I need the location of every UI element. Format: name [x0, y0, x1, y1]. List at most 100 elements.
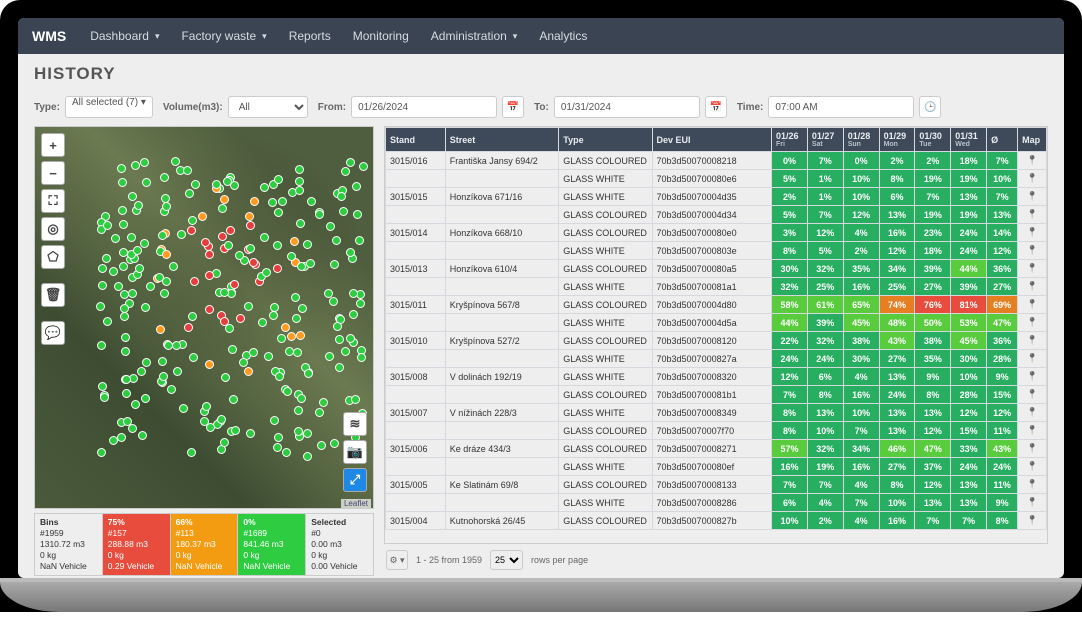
- map-marker[interactable]: [335, 363, 344, 372]
- col-day[interactable]: 01/31Wed: [951, 128, 987, 152]
- map-marker[interactable]: [273, 264, 282, 273]
- map-marker[interactable]: [359, 162, 368, 171]
- map-marker[interactable]: [333, 322, 342, 331]
- map-marker[interactable]: [160, 289, 169, 298]
- map-marker[interactable]: [294, 427, 303, 436]
- map-marker[interactable]: [119, 262, 128, 271]
- from-calendar-icon[interactable]: 📅: [502, 96, 524, 118]
- map-marker[interactable]: [339, 207, 348, 216]
- map-marker[interactable]: [295, 177, 304, 186]
- row-map-pin[interactable]: [1018, 278, 1047, 296]
- col-dev-eui[interactable]: Dev EUI: [652, 128, 772, 152]
- map-marker[interactable]: [236, 314, 245, 323]
- map-marker[interactable]: [283, 387, 292, 396]
- map-marker[interactable]: [356, 299, 365, 308]
- map-marker[interactable]: [205, 250, 214, 259]
- zoom-in-button[interactable]: +: [41, 133, 65, 157]
- map-marker[interactable]: [330, 260, 339, 269]
- map-marker[interactable]: [128, 424, 137, 433]
- nav-analytics[interactable]: Analytics: [531, 23, 595, 49]
- map-marker[interactable]: [281, 323, 290, 332]
- nav-monitoring[interactable]: Monitoring: [345, 23, 417, 49]
- map-marker[interactable]: [352, 182, 361, 191]
- map-marker[interactable]: [246, 429, 255, 438]
- map-marker[interactable]: [141, 394, 150, 403]
- map-marker[interactable]: [158, 231, 167, 240]
- table-row[interactable]: 3015/014Honzíkova 668/10GLASS COLOURED70…: [386, 224, 1047, 242]
- map-marker[interactable]: [294, 406, 303, 415]
- map-marker[interactable]: [179, 404, 188, 413]
- table-row[interactable]: 3015/008V dolinách 192/19GLASS WHITE70b3…: [386, 368, 1047, 386]
- map-marker[interactable]: [303, 429, 312, 438]
- map-marker[interactable]: [127, 233, 136, 242]
- map-marker[interactable]: [260, 183, 269, 192]
- nav-factory-waste[interactable]: Factory waste: [173, 23, 274, 49]
- row-map-pin[interactable]: [1018, 296, 1047, 314]
- map-marker[interactable]: [120, 290, 129, 299]
- map-marker[interactable]: [160, 173, 169, 182]
- map-marker[interactable]: [119, 220, 128, 229]
- map-marker[interactable]: [121, 333, 130, 342]
- map-marker[interactable]: [98, 281, 107, 290]
- map-marker[interactable]: [187, 226, 196, 235]
- map-marker[interactable]: [188, 312, 197, 321]
- map-marker[interactable]: [155, 273, 164, 282]
- map-marker[interactable]: [122, 375, 131, 384]
- table-row[interactable]: GLASS COLOURED70b3d500700081b17%8%16%24%…: [386, 386, 1047, 404]
- map-marker[interactable]: [202, 402, 211, 411]
- map-marker[interactable]: [171, 157, 180, 166]
- row-map-pin[interactable]: [1018, 386, 1047, 404]
- table-row[interactable]: GLASS WHITE70b3d500700080ef16%19%16%27%3…: [386, 458, 1047, 476]
- map-marker[interactable]: [249, 348, 258, 357]
- draw-polygon-button[interactable]: ⬠: [41, 245, 65, 269]
- map-marker[interactable]: [317, 441, 326, 450]
- map-marker[interactable]: [220, 288, 229, 297]
- map-marker[interactable]: [337, 192, 346, 201]
- map-marker[interactable]: [293, 348, 302, 357]
- map-marker[interactable]: [275, 372, 284, 381]
- col-day[interactable]: 01/27Sat: [807, 128, 843, 152]
- map-marker[interactable]: [159, 372, 168, 381]
- map-marker[interactable]: [146, 282, 155, 291]
- map-marker[interactable]: [246, 244, 255, 253]
- map-marker[interactable]: [131, 400, 140, 409]
- table-row[interactable]: 3015/006Ke dráze 434/3GLASS COLOURED70b3…: [386, 440, 1047, 458]
- to-date-input[interactable]: [554, 96, 700, 118]
- map-marker[interactable]: [220, 195, 229, 204]
- map-marker[interactable]: [292, 314, 301, 323]
- row-map-pin[interactable]: [1018, 152, 1047, 170]
- map-marker[interactable]: [201, 238, 210, 247]
- map-marker[interactable]: [167, 385, 176, 394]
- rows-per-page-select[interactable]: 25: [490, 550, 523, 570]
- map-marker[interactable]: [220, 438, 229, 447]
- row-map-pin[interactable]: [1018, 224, 1047, 242]
- map-marker[interactable]: [341, 347, 350, 356]
- map-marker[interactable]: [129, 374, 138, 383]
- fullscreen-button[interactable]: ⛶: [41, 189, 65, 213]
- row-map-pin[interactable]: [1018, 476, 1047, 494]
- map-marker[interactable]: [250, 197, 259, 206]
- map-marker[interactable]: [134, 201, 143, 210]
- map-marker[interactable]: [329, 297, 338, 306]
- map-marker[interactable]: [349, 289, 358, 298]
- map-marker[interactable]: [264, 352, 273, 361]
- map-marker[interactable]: [307, 197, 316, 206]
- map-marker[interactable]: [120, 304, 129, 313]
- map-marker[interactable]: [268, 198, 277, 207]
- map-marker[interactable]: [135, 264, 144, 273]
- map-marker[interactable]: [303, 240, 312, 249]
- map-marker[interactable]: [274, 433, 283, 442]
- map-marker[interactable]: [98, 264, 107, 273]
- row-map-pin[interactable]: [1018, 458, 1047, 476]
- map-marker[interactable]: [205, 305, 214, 314]
- map-marker[interactable]: [258, 318, 267, 327]
- map-marker[interactable]: [128, 192, 137, 201]
- map-marker[interactable]: [164, 341, 173, 350]
- map-marker[interactable]: [120, 312, 129, 321]
- map-marker[interactable]: [100, 393, 109, 402]
- map-marker[interactable]: [346, 158, 355, 167]
- col-stand[interactable]: Stand: [386, 128, 446, 152]
- map-marker[interactable]: [278, 197, 287, 206]
- map-marker[interactable]: [140, 239, 149, 248]
- map-marker[interactable]: [235, 251, 244, 260]
